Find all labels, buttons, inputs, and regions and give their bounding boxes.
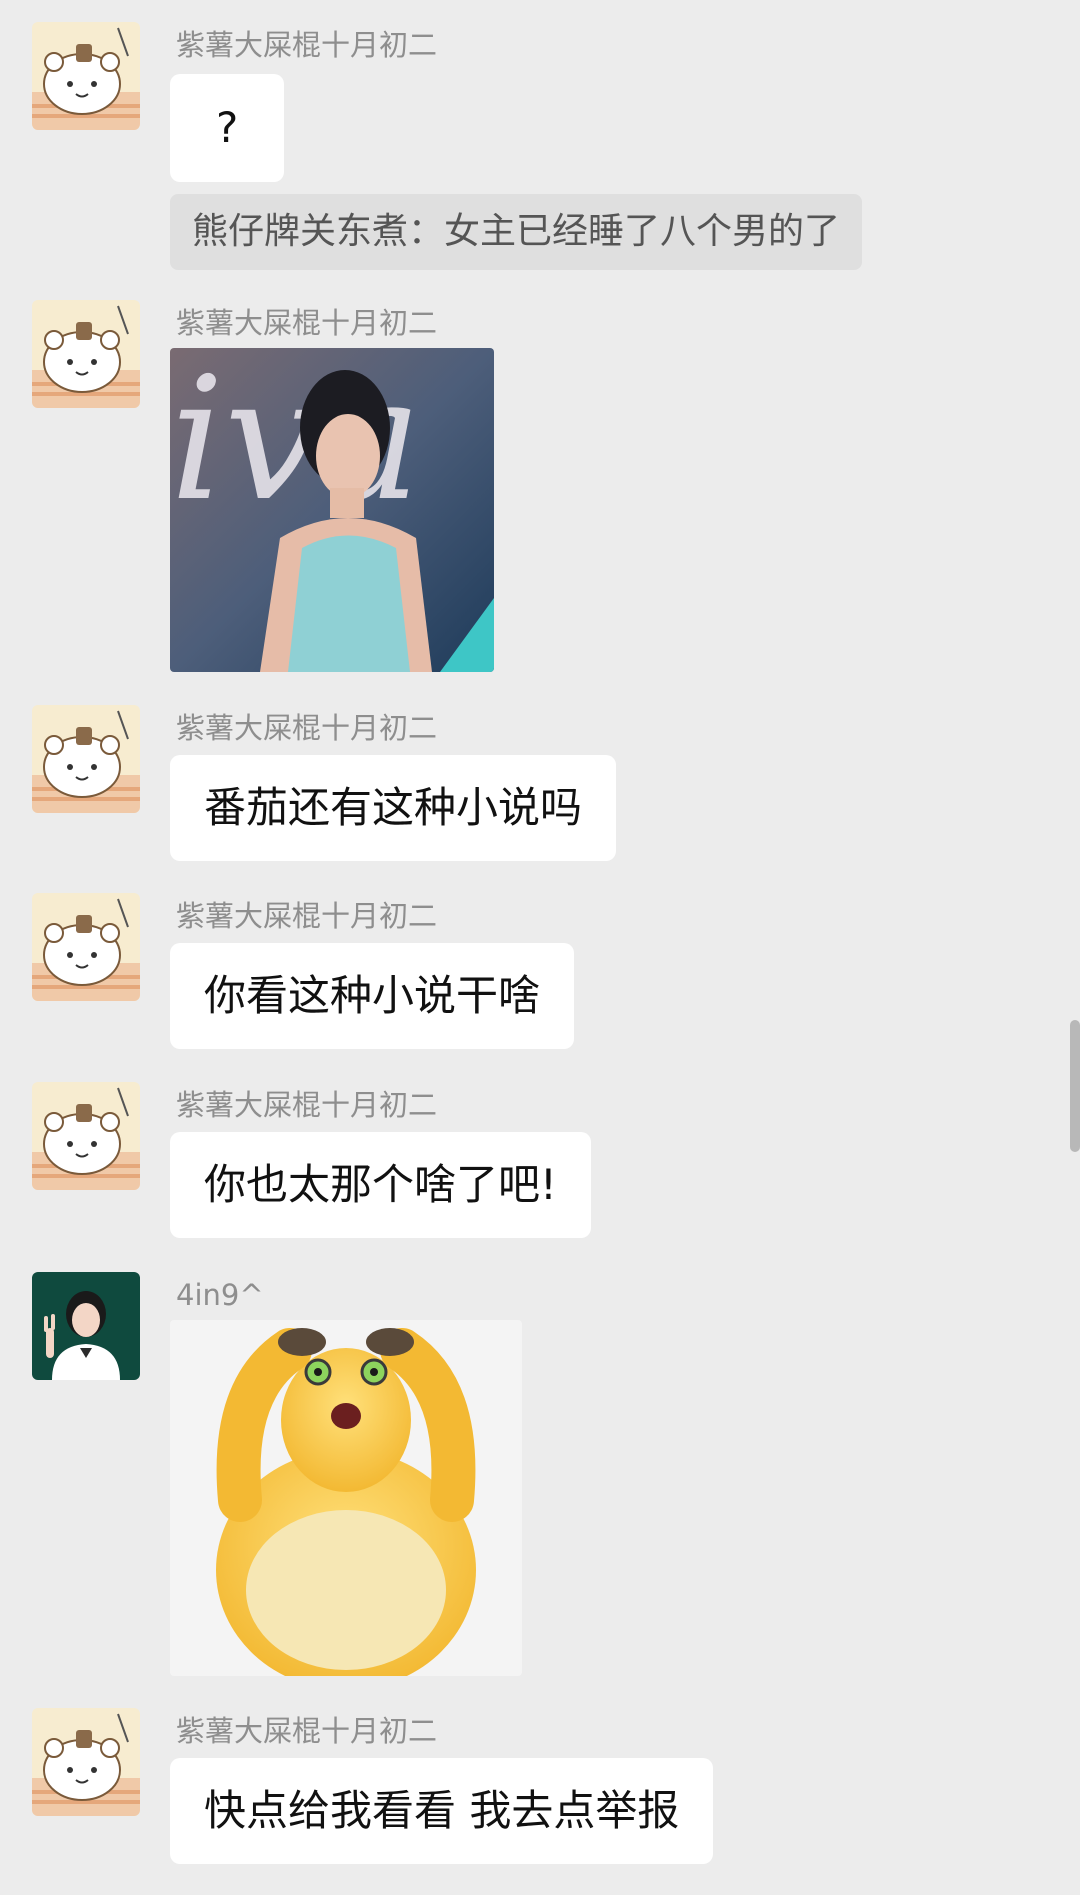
avatar-bear[interactable] xyxy=(32,22,140,130)
sender-name: 紫薯大屎棍十月初二 xyxy=(176,899,438,933)
avatar-bear[interactable] xyxy=(32,893,140,1001)
avatar-bear[interactable] xyxy=(32,705,140,813)
shocked-creature-icon xyxy=(170,1320,522,1676)
bear-avatar-icon xyxy=(32,893,140,1001)
sender-name: 紫薯大屎棍十月初二 xyxy=(176,306,438,340)
message-bubble[interactable]: 快点给我看看 我去点举报 xyxy=(170,1758,714,1864)
sticker-message[interactable] xyxy=(170,1320,522,1676)
avatar-bear[interactable] xyxy=(32,300,140,408)
message-bubble[interactable]: 番茄还有这种小说吗 xyxy=(170,755,617,861)
bear-avatar-icon xyxy=(32,1082,140,1190)
sender-name: 紫薯大屎棍十月初二 xyxy=(176,711,438,745)
bear-avatar-icon xyxy=(32,22,140,130)
girl-avatar-icon xyxy=(32,1272,140,1380)
bear-avatar-icon xyxy=(32,300,140,408)
message-bubble[interactable]: ? xyxy=(170,74,285,182)
message-bubble[interactable]: 你也太那个啥了吧! xyxy=(170,1132,591,1238)
scrollbar-thumb[interactable] xyxy=(1070,1020,1080,1152)
avatar-girl[interactable] xyxy=(32,1272,140,1380)
avatar-bear[interactable] xyxy=(32,1708,140,1816)
photo-woman-icon: iva xyxy=(170,348,494,672)
quoted-message[interactable]: 熊仔牌关东煮：女主已经睡了八个男的了 xyxy=(170,194,863,270)
sender-name: 紫薯大屎棍十月初二 xyxy=(176,28,438,62)
sender-name: 4in9^ xyxy=(176,1278,264,1312)
bear-avatar-icon xyxy=(32,1708,140,1816)
message-bubble[interactable]: 你看这种小说干啥 xyxy=(170,943,575,1049)
bear-avatar-icon xyxy=(32,705,140,813)
chat-message-list[interactable]: 紫薯大屎棍十月初二 ? 熊仔牌关东煮：女主已经睡了八个男的了 紫薯大屎棍十月初二 xyxy=(0,0,1080,1895)
avatar-bear[interactable] xyxy=(32,1082,140,1190)
image-message[interactable]: iva xyxy=(170,348,494,672)
sender-name: 紫薯大屎棍十月初二 xyxy=(176,1714,438,1748)
sender-name: 紫薯大屎棍十月初二 xyxy=(176,1088,438,1122)
